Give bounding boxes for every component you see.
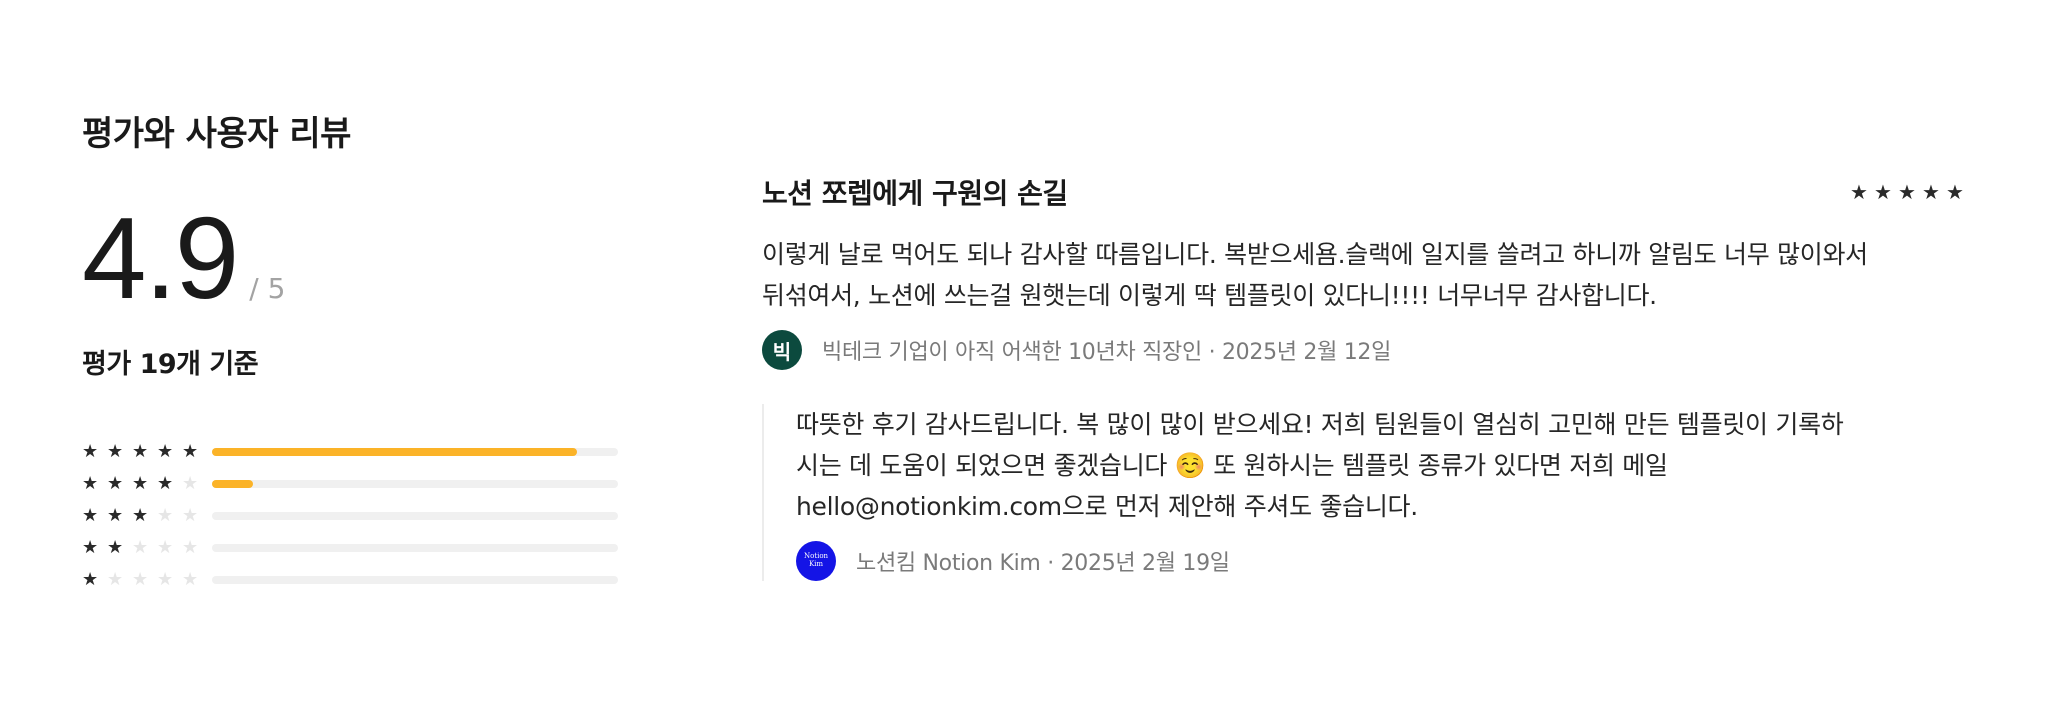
- star-empty-icon: ★: [182, 505, 199, 526]
- reply-body-line: hello@notionkim.com으로 먼저 제안해 주셔도 좋습니다.: [796, 492, 1418, 521]
- avatar: 빅: [762, 330, 802, 370]
- star-empty-icon: ★: [157, 537, 174, 558]
- reply-body: 따뜻한 후기 감사드립니다. 복 많이 많이 받으세요! 저희 팀원들이 열심히…: [796, 404, 1922, 527]
- star-icon: ★: [157, 441, 174, 462]
- reply-meta: Notion Kim 노션킴 Notion Kim · 2025년 2월 19일: [796, 541, 1922, 581]
- star-icon: ★: [82, 505, 99, 526]
- distribution-bar-fill: [212, 448, 578, 456]
- score-max: / 5: [249, 272, 286, 305]
- review-title: 노션 쪼렙에게 구원의 손길: [762, 177, 1068, 210]
- star-empty-icon: ★: [182, 537, 199, 558]
- distribution-row-4: ★ ★ ★ ★ ★: [82, 468, 622, 500]
- distribution-row-3: ★ ★ ★ ★ ★: [82, 500, 622, 532]
- star-icon: ★: [82, 569, 99, 590]
- star-icon: ★: [107, 505, 124, 526]
- distribution-bar: [212, 480, 618, 488]
- star-rating-1: ★ ★ ★ ★ ★: [82, 571, 210, 589]
- star-empty-icon: ★: [107, 569, 124, 590]
- star-empty-icon: ★: [182, 569, 199, 590]
- review-card: 노션 쪼렙에게 구원의 손길 ★ ★ ★ ★ ★ 이렇게 날로 먹어도 되나 감사할 따…: [762, 172, 1970, 370]
- star-rating-5: ★ ★ ★ ★ ★: [82, 443, 210, 461]
- star-icon: ★: [1850, 180, 1868, 204]
- star-icon: ★: [82, 441, 99, 462]
- star-icon: ★: [1898, 180, 1916, 204]
- star-empty-icon: ★: [132, 537, 149, 558]
- average-score: 4.9: [82, 193, 239, 323]
- star-empty-icon: ★: [157, 569, 174, 590]
- star-icon: ★: [107, 441, 124, 462]
- distribution-bar: [212, 576, 618, 584]
- distribution-row-2: ★ ★ ★ ★ ★: [82, 532, 622, 564]
- rating-summary: 4.9 / 5 평가 19개 기준: [82, 200, 642, 381]
- star-rating-3: ★ ★ ★ ★ ★: [82, 507, 210, 525]
- star-icon: ★: [182, 441, 199, 462]
- notion-kim-avatar: Notion Kim: [796, 541, 836, 581]
- distribution-bar: [212, 448, 618, 456]
- distribution-bar: [212, 544, 618, 552]
- star-empty-icon: ★: [132, 569, 149, 590]
- reply-author-date: 노션킴 Notion Kim · 2025년 2월 19일: [856, 551, 1230, 576]
- star-empty-icon: ★: [157, 505, 174, 526]
- reply-body-line: 따뜻한 후기 감사드립니다. 복 많이 많이 받으세요! 저희 팀원들이 열심히…: [796, 410, 1844, 439]
- avatar-text: Kim: [808, 560, 824, 568]
- star-rating-4: ★ ★ ★ ★ ★: [82, 475, 210, 493]
- review-star-rating: ★ ★ ★ ★ ★: [1850, 182, 1970, 202]
- developer-reply: 따뜻한 후기 감사드립니다. 복 많이 많이 받으세요! 저희 팀원들이 열심히…: [762, 404, 1922, 581]
- star-icon: ★: [107, 473, 124, 494]
- review-body: 이렇게 날로 먹어도 되나 감사할 따름입니다. 복받으세욤.슬랙에 일지를 쓸…: [762, 234, 1970, 316]
- star-icon: ★: [1874, 180, 1892, 204]
- review-author-date: 빅테크 기업이 아직 어색한 10년차 직장인 · 2025년 2월 12일: [822, 340, 1392, 365]
- star-icon: ★: [132, 473, 149, 494]
- distribution-bar: [212, 512, 618, 520]
- distribution-row-5: ★ ★ ★ ★ ★: [82, 436, 622, 468]
- star-empty-icon: ★: [182, 473, 199, 494]
- rating-count: 평가 19개 기준: [82, 349, 259, 380]
- section-title: 평가와 사용자 리뷰: [82, 114, 351, 154]
- review-meta: 빅 빅테크 기업이 아직 어색한 10년차 직장인 · 2025년 2월 12일: [762, 330, 1970, 370]
- review-body-line: 뒤섞여서, 노션에 쓰는걸 원햇는데 이렇게 딱 템플릿이 있다니!!!! 너무…: [762, 281, 1657, 310]
- distribution-row-1: ★ ★ ★ ★ ★: [82, 564, 622, 596]
- rating-distribution: ★ ★ ★ ★ ★ ★ ★ ★ ★ ★ ★ ★ ★ ★ ★ ★ ★ ★ ★ ★ ★ ★ ★ ★ ★: [82, 436, 622, 596]
- reply-body-line: 시는 데 도움이 되었으면 좋겠습니다 ☺️ 또 원하시는 템플릿 종류가 있다…: [796, 451, 1668, 480]
- star-icon: ★: [82, 473, 99, 494]
- star-icon: ★: [1946, 180, 1964, 204]
- review-body-line: 이렇게 날로 먹어도 되나 감사할 따름입니다. 복받으세욤.슬랙에 일지를 쓸…: [762, 240, 1868, 269]
- star-icon: ★: [82, 537, 99, 558]
- star-icon: ★: [132, 505, 149, 526]
- star-rating-2: ★ ★ ★ ★ ★: [82, 539, 210, 557]
- distribution-bar-fill: [212, 480, 253, 488]
- star-icon: ★: [132, 441, 149, 462]
- star-icon: ★: [1922, 180, 1940, 204]
- star-icon: ★: [157, 473, 174, 494]
- star-icon: ★: [107, 537, 124, 558]
